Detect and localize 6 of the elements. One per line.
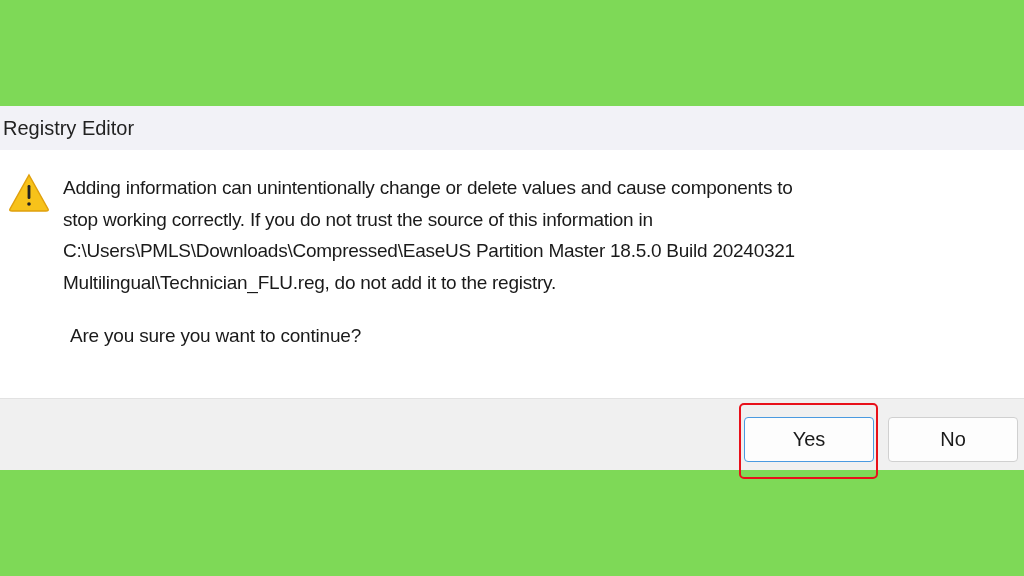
no-button[interactable]: No [888, 417, 1018, 462]
confirmation-question: Are you sure you want to continue? [70, 325, 363, 347]
warning-message: Adding information can unintentionally change or delete values and cause components to stop working correctly. If you do not trust the source of this information in C:\Users\PMLS\Downloads\Compressed\EaseUS Partition Master 18.5.0 Build 20240321 Multilingual\Technician_FLU.reg, do not add it to the registry. [63, 176, 795, 296]
warning-icon [8, 173, 50, 213]
window-title: Registry Editor [0, 106, 1024, 150]
yes-button[interactable]: Yes [744, 417, 874, 462]
